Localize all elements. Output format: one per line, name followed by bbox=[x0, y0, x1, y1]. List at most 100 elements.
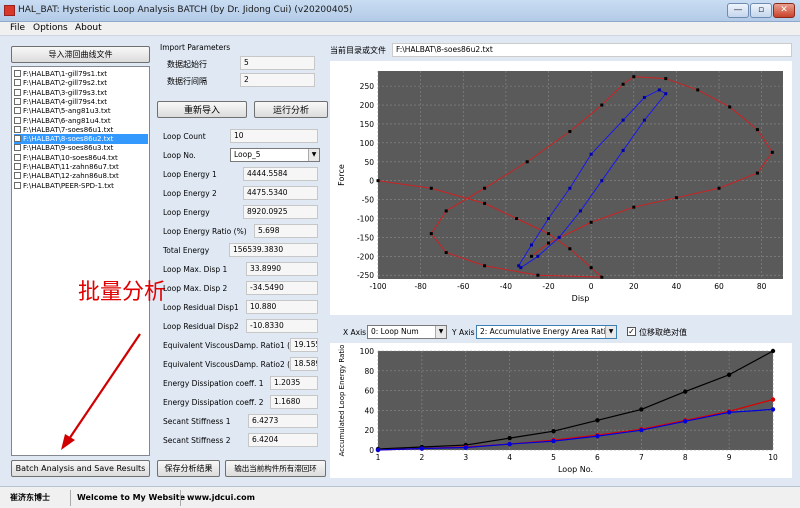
status-author: 崔济东博士 bbox=[10, 493, 50, 502]
data-point bbox=[589, 152, 593, 156]
file-checkbox[interactable] bbox=[14, 125, 21, 133]
menu-about[interactable]: About bbox=[75, 23, 102, 33]
file-checkbox[interactable] bbox=[14, 116, 21, 124]
param-value: 33.8990 bbox=[246, 262, 318, 276]
param-value: 8920.0925 bbox=[243, 205, 318, 219]
file-name: F:\HALBAT\7-soes86u1.txt bbox=[23, 125, 114, 134]
y-tick-label: 20 bbox=[364, 426, 374, 435]
file-checkbox[interactable] bbox=[14, 88, 21, 96]
data-point bbox=[547, 216, 551, 220]
file-name: F:\HALBAT\9-soes86u3.txt bbox=[23, 144, 114, 153]
file-checkbox[interactable] bbox=[14, 144, 21, 152]
x-tick-label: 80 bbox=[757, 282, 767, 291]
y-tick-label: -150 bbox=[357, 233, 374, 242]
file-checkbox[interactable] bbox=[14, 163, 21, 170]
export-loops-button[interactable]: 输出当前构件所有滞回环 bbox=[225, 460, 326, 477]
param-value: -34.5490 bbox=[246, 281, 318, 295]
param-value: 156539.3830 bbox=[229, 243, 318, 257]
x-tick-label: 4 bbox=[507, 453, 512, 462]
param-label: Secant Stiffness 2 bbox=[163, 436, 231, 445]
loop-no-value: Loop_5 bbox=[234, 150, 261, 159]
data-point bbox=[483, 186, 487, 190]
file-checkbox[interactable] bbox=[14, 97, 21, 105]
import-curves-button[interactable]: 导入滞回曲线文件 bbox=[11, 46, 150, 63]
param-value: 18.589 bbox=[290, 357, 318, 371]
y-tick-label: -250 bbox=[357, 271, 374, 280]
data-point bbox=[639, 407, 644, 412]
y-tick-label: 150 bbox=[360, 120, 375, 129]
chevron-down-icon: ▼ bbox=[605, 326, 616, 338]
file-list-item[interactable]: F:\HALBAT\PEER-SPD-1.txt bbox=[14, 181, 148, 191]
minimize-button[interactable]: — bbox=[727, 3, 749, 18]
status-welcome[interactable]: Welcome to My Website bbox=[77, 491, 185, 505]
param-label: Energy Dissipation coeff. 1 bbox=[163, 379, 264, 388]
file-name: F:\HALBAT\12-zahn86u8.txt bbox=[23, 172, 119, 181]
data-point bbox=[517, 264, 521, 268]
file-checkbox[interactable] bbox=[14, 135, 21, 143]
file-checkbox[interactable] bbox=[14, 70, 21, 77]
file-name: F:\HALBAT\1-gill79s1.txt bbox=[23, 70, 107, 78]
x-tick-label: 1 bbox=[376, 453, 381, 462]
plot-area bbox=[378, 351, 773, 450]
y-axis-select[interactable]: 2: Accumulative Energy Area Ratio ▼ bbox=[476, 325, 617, 339]
current-file-field: F:\HALBAT\8-soes86u2.txt bbox=[392, 43, 792, 57]
file-name: F:\HALBAT\4-gill79s4.txt bbox=[23, 97, 107, 106]
chevron-down-icon: ▼ bbox=[435, 326, 446, 338]
close-button[interactable]: ✕ bbox=[773, 3, 795, 18]
param-value: 1.2035 bbox=[270, 376, 318, 390]
file-checkbox[interactable] bbox=[14, 79, 21, 87]
data-point bbox=[600, 275, 604, 279]
interval-input[interactable]: 2 bbox=[240, 73, 315, 87]
file-checkbox[interactable] bbox=[14, 172, 21, 180]
x-tick-label: 40 bbox=[672, 282, 682, 291]
menu-options[interactable]: Options bbox=[33, 23, 68, 33]
reimport-button[interactable]: 重新导入 bbox=[157, 101, 247, 118]
data-point bbox=[595, 433, 600, 439]
x-tick-label: 6 bbox=[595, 453, 600, 462]
status-url[interactable]: www.jdcui.com bbox=[187, 491, 255, 505]
abs-disp-label: 位移取绝对值 bbox=[639, 328, 687, 337]
batch-analysis-button[interactable]: Batch Analysis and Save Results bbox=[11, 460, 150, 477]
param-label: Loop Energy bbox=[163, 208, 210, 217]
x-tick-label: 10 bbox=[768, 453, 778, 462]
run-analysis-button[interactable]: 运行分析 bbox=[254, 101, 328, 118]
param-label: Loop No. bbox=[163, 151, 196, 160]
file-checkbox[interactable] bbox=[14, 107, 21, 115]
data-point bbox=[375, 447, 381, 453]
data-point bbox=[507, 435, 512, 441]
y-tick-label: 40 bbox=[364, 406, 374, 415]
file-checkbox[interactable] bbox=[14, 153, 21, 161]
y-tick-label: 0 bbox=[369, 446, 374, 455]
param-label: Loop Residual Disp1 bbox=[163, 303, 239, 312]
data-point bbox=[621, 82, 625, 86]
file-name: F:\HALBAT\8-soes86u2.txt bbox=[23, 135, 114, 144]
y-axis-label: Y Axis bbox=[452, 328, 475, 337]
data-point bbox=[529, 254, 533, 258]
file-name: F:\HALBAT\PEER-SPD-1.txt bbox=[23, 181, 114, 190]
abs-disp-checkbox[interactable]: ✓ bbox=[627, 327, 636, 336]
x-axis-select[interactable]: 0: Loop Num ▼ bbox=[367, 325, 447, 339]
start-row-input[interactable]: 5 bbox=[240, 56, 315, 70]
data-point bbox=[726, 372, 732, 377]
file-checkbox[interactable] bbox=[14, 181, 21, 189]
data-point bbox=[376, 179, 380, 183]
x-tick-label: -60 bbox=[457, 282, 469, 291]
x-axis-label: X Axis bbox=[343, 328, 367, 337]
param-value: 6.4273 bbox=[248, 414, 318, 428]
save-results-button[interactable]: 保存分析结果 bbox=[157, 460, 220, 477]
x-axis-value: 0: Loop Num bbox=[371, 327, 419, 336]
data-point bbox=[551, 438, 556, 444]
data-point bbox=[419, 446, 425, 451]
data-point bbox=[444, 251, 448, 255]
menu-file[interactable]: File bbox=[10, 23, 25, 33]
param-value: 1.1680 bbox=[270, 395, 318, 409]
current-file-label: 当前目录或文件 bbox=[330, 46, 386, 55]
data-point bbox=[639, 428, 644, 433]
param-value: 4444.5584 bbox=[243, 167, 318, 181]
data-point bbox=[642, 118, 646, 122]
data-point bbox=[632, 205, 636, 209]
maximize-button[interactable]: ▫ bbox=[750, 3, 772, 18]
data-point bbox=[664, 92, 668, 96]
start-row-label: 数据起始行 bbox=[167, 60, 207, 69]
loop-no-select[interactable]: Loop_5 ▼ bbox=[230, 148, 320, 162]
